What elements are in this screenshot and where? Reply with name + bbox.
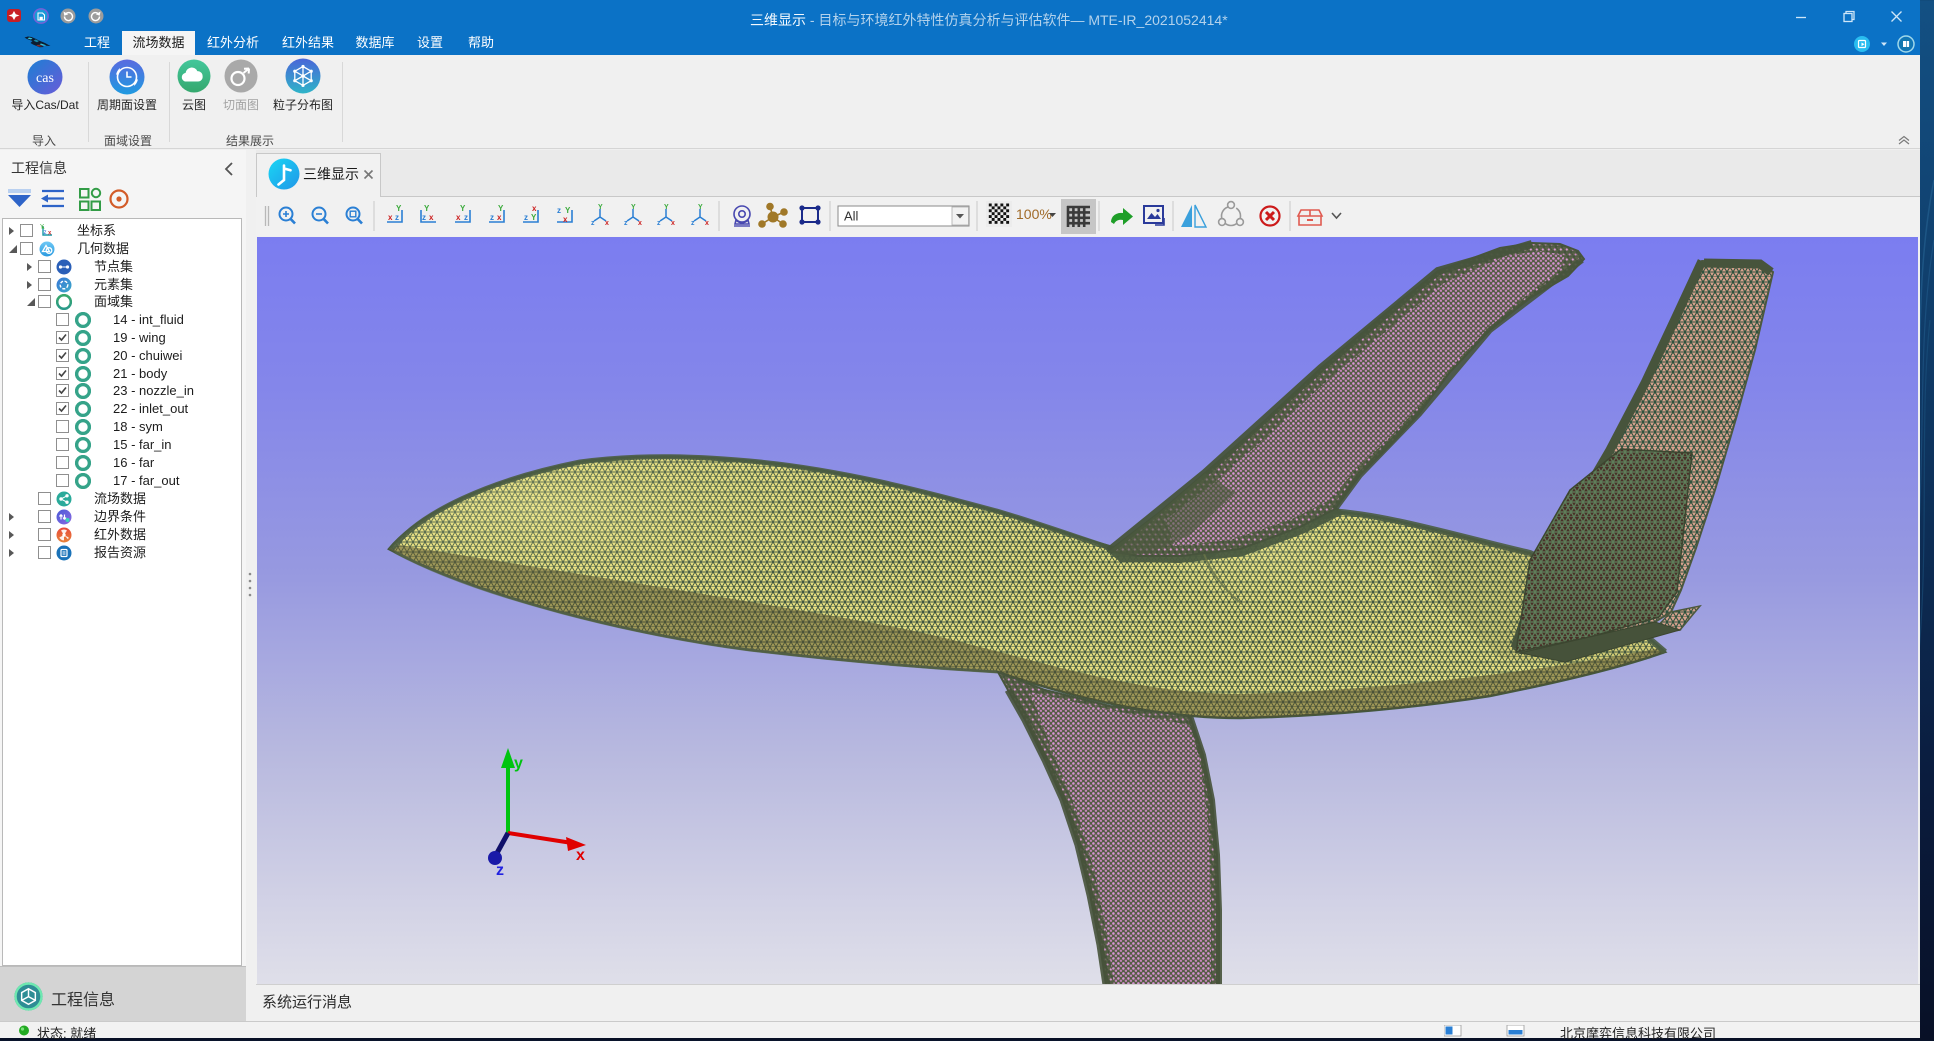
svg-text:z: z [490, 213, 494, 222]
svg-text:z: z [464, 213, 468, 222]
svg-text:Y: Y [631, 204, 636, 211]
svg-text:Y: Y [498, 204, 504, 213]
svg-text:Y: Y [698, 204, 703, 211]
svg-text:Y: Y [396, 204, 402, 213]
svg-text:Y: Y [460, 204, 466, 213]
svg-text:x: x [576, 847, 585, 864]
svg-text:y: y [514, 755, 523, 772]
svg-text:x: x [638, 220, 642, 227]
svg-text:Y: Y [424, 204, 430, 213]
svg-text:100%: 100% [1016, 206, 1052, 222]
svg-text:z: z [557, 206, 561, 215]
svg-text:x: x [671, 220, 675, 227]
svg-text:x: x [429, 213, 434, 222]
svg-text:All: All [844, 209, 859, 224]
svg-text:cas: cas [36, 71, 54, 86]
svg-text:x: x [497, 213, 502, 222]
svg-text:x: x [705, 220, 709, 227]
svg-text:x: x [605, 220, 609, 227]
svg-text:z: z [422, 213, 426, 222]
svg-text:Y: Y [531, 213, 537, 222]
svg-text:z: z [657, 220, 661, 227]
svg-text:x: x [388, 213, 393, 222]
svg-text:Y: Y [598, 204, 603, 211]
svg-text:Y: Y [664, 204, 669, 211]
svg-text:z: z [496, 862, 504, 879]
svg-text:z: z [624, 220, 628, 227]
svg-text:x: x [456, 213, 461, 222]
svg-text:z: z [44, 230, 47, 236]
svg-text:z: z [591, 220, 595, 227]
svg-text:z: z [524, 213, 528, 222]
svg-text:x: x [563, 215, 568, 224]
svg-text:Y: Y [565, 206, 571, 215]
svg-text:z: z [395, 213, 399, 222]
svg-text:x: x [532, 204, 537, 213]
svg-text:z: z [691, 220, 695, 227]
